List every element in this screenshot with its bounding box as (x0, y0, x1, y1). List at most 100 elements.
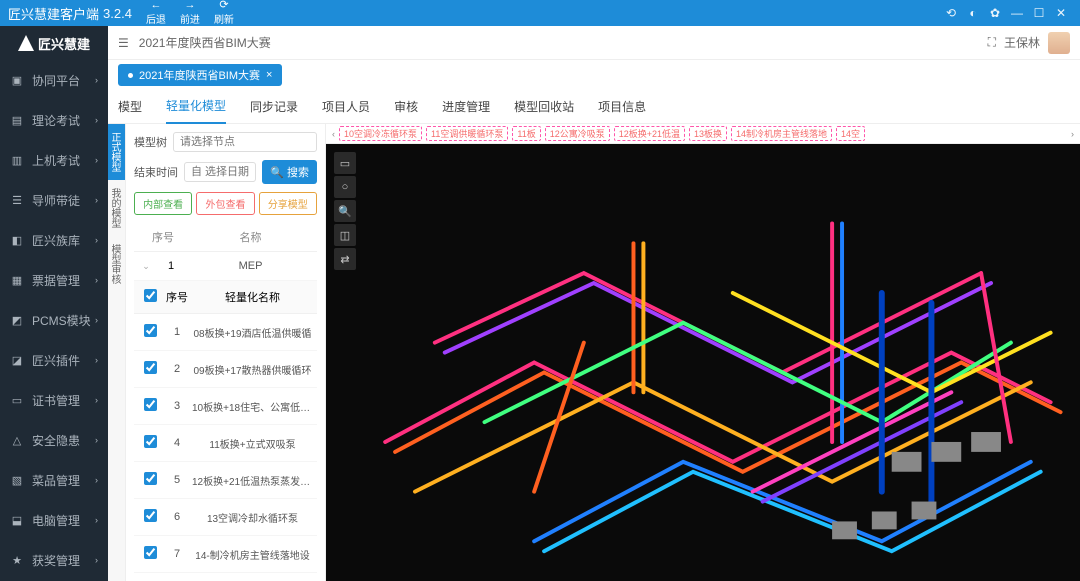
nav-item[interactable]: ⬓电脑管理› (0, 500, 108, 540)
nav-item[interactable]: ▭证书管理› (0, 380, 108, 420)
rail-tab[interactable]: 我的模型 (108, 180, 125, 236)
rail-tab[interactable]: 正式模型 (108, 124, 125, 180)
maximize-button[interactable]: ☐ (1028, 6, 1050, 20)
dot-icon (128, 73, 133, 78)
nav-item[interactable]: ◪匠兴插件› (0, 340, 108, 380)
chevron-right-icon: › (95, 315, 98, 325)
search-button[interactable]: 🔍 搜索 (262, 160, 317, 184)
viewer-top-bar: ‹ 10空调冷冻循环泵 11空调供暖循环泵 11板 12公寓冷吸泵 12板换+21低温 1… (326, 124, 1080, 144)
list-item[interactable]: 714-制冷机房主管线落地设 (134, 536, 317, 573)
viewer-chip[interactable]: 11空调供暖循环泵 (426, 126, 508, 141)
nav-icon: ★ (10, 554, 24, 567)
arrow-right-icon[interactable]: › (1071, 129, 1074, 139)
sidebar: 匠兴慧建 ▣协同平台›▤理论考试›▥上机考试›☰导师带徒›◧匠兴族库›▦票据管理… (0, 26, 108, 581)
tab-chip[interactable]: 2021年度陕西省BIM大赛 × (118, 64, 282, 86)
chevron-right-icon: › (95, 275, 98, 285)
minimize-button[interactable]: — (1006, 6, 1028, 20)
list-item[interactable]: 108板换+19酒店低温供暖循 (134, 314, 317, 351)
app-name: 匠兴慧建客户端 (8, 4, 99, 23)
row-checkbox[interactable] (144, 472, 157, 485)
sub-tab[interactable]: 审核 (394, 90, 418, 123)
nav-item[interactable]: ★获奖管理› (0, 540, 108, 580)
sub-tab[interactable]: 模型 (118, 90, 142, 123)
list-item[interactable]: 310板换+18住宅、公寓低温供泵 (134, 388, 317, 425)
chevron-right-icon: › (95, 115, 98, 125)
nav-item[interactable]: ◧匠兴族库› (0, 220, 108, 260)
nav-item[interactable]: ▦票据管理› (0, 260, 108, 300)
refresh-button[interactable]: ⟳刷新 (214, 0, 234, 26)
nav-icon: ▤ (10, 114, 24, 127)
select-all-checkbox[interactable] (144, 289, 157, 302)
nav-icon: ☰ (10, 194, 24, 207)
viewer-chip[interactable]: 12公寓冷吸泵 (545, 126, 610, 141)
outer-view-button[interactable]: 外包查看 (196, 192, 254, 215)
nav-item[interactable]: ▥上机考试› (0, 140, 108, 180)
tree-input[interactable] (173, 132, 317, 152)
row-checkbox[interactable] (144, 435, 157, 448)
nav-icon: ▣ (10, 74, 24, 87)
list-item[interactable]: 209板换+17散热器供暖循环 (134, 351, 317, 388)
chevron-down-icon[interactable]: ⌄ (138, 261, 154, 272)
nav-icon: ◩ (10, 314, 24, 327)
nav-item[interactable]: △安全隐患› (0, 420, 108, 460)
row-checkbox[interactable] (144, 509, 157, 522)
row-checkbox[interactable] (144, 546, 157, 559)
chevron-right-icon: › (95, 555, 98, 565)
nav-item[interactable]: ▧菜品管理› (0, 460, 108, 500)
share-model-button[interactable]: 分享模型 (259, 192, 317, 215)
expand-icon[interactable]: ⛶ (988, 35, 996, 50)
viewer-chip[interactable]: 14空 (836, 126, 865, 141)
settings-icon[interactable]: ✿ (984, 6, 1006, 20)
nav-item[interactable]: ☰导师带徒› (0, 180, 108, 220)
viewer-chip[interactable]: 10空调冷冻循环泵 (339, 126, 422, 141)
nav-icon: ▦ (10, 274, 24, 287)
nav-item[interactable]: ◩PCMS模块› (0, 300, 108, 340)
inner-view-button[interactable]: 内部查看 (134, 192, 192, 215)
rail-tab[interactable]: 模型审核 (108, 236, 125, 292)
viewer-chip[interactable]: 13板换 (689, 126, 727, 141)
chevron-right-icon: › (95, 155, 98, 165)
chevron-right-icon: › (95, 395, 98, 405)
chevron-right-icon: › (95, 195, 98, 205)
chevron-right-icon: › (95, 75, 98, 85)
viewer-chip[interactable]: 12板换+21低温 (614, 126, 685, 141)
avatar[interactable] (1048, 32, 1070, 54)
menu-icon[interactable]: ☰ (118, 36, 129, 50)
sync-icon[interactable]: ⟲ (940, 6, 962, 20)
date-input[interactable] (184, 162, 256, 182)
list-item[interactable]: 613空调冷却水循环泵 (134, 499, 317, 536)
sub-tab[interactable]: 模型回收站 (514, 90, 574, 123)
arrow-left-icon[interactable]: ‹ (332, 129, 335, 139)
breadcrumb: 2021年度陕西省BIM大赛 (139, 34, 271, 51)
close-button[interactable]: ✕ (1050, 6, 1072, 20)
table-row[interactable]: ⌄ 1 MEP (134, 252, 317, 281)
nav-item[interactable]: ▤理论考试› (0, 100, 108, 140)
sub-tab[interactable]: 同步记录 (250, 90, 298, 123)
nav-item[interactable]: ▣协同平台› (0, 60, 108, 100)
sub-tab[interactable]: 项目人员 (322, 90, 370, 123)
viewer-chip[interactable]: 11板 (512, 126, 540, 141)
arrow-left-icon: ← (150, 0, 161, 11)
list-item[interactable]: 411板换+立式双吸泵 (134, 425, 317, 462)
forward-button[interactable]: →前进 (180, 0, 200, 26)
theme-icon[interactable]: ◐ (962, 6, 984, 20)
app-version: 3.2.4 (103, 6, 132, 21)
back-button[interactable]: ←后退 (146, 0, 166, 26)
model-viewer[interactable]: ‹ 10空调冷冻循环泵 11空调供暖循环泵 11板 12公寓冷吸泵 12板换+21低温 1… (326, 124, 1080, 581)
nav-icon: △ (10, 434, 24, 447)
row-checkbox[interactable] (144, 324, 157, 337)
refresh-icon: ⟳ (219, 0, 228, 11)
viewer-chip[interactable]: 14制冷机房主管线落地 (731, 126, 832, 141)
sub-tab[interactable]: 进度管理 (442, 90, 490, 123)
sub-tab[interactable]: 轻量化模型 (166, 89, 226, 124)
sub-tab[interactable]: 项目信息 (598, 90, 646, 123)
row-checkbox[interactable] (144, 361, 157, 374)
list-item[interactable]: 512板换+21低温热泵蒸发侧循 (134, 462, 317, 499)
chevron-right-icon: › (95, 475, 98, 485)
chevron-right-icon: › (95, 235, 98, 245)
top-bar: ☰ 2021年度陕西省BIM大赛 ⛶ 王保林 (108, 26, 1080, 60)
nav-icon: ◪ (10, 354, 24, 367)
close-tab-icon[interactable]: × (266, 69, 272, 81)
row-checkbox[interactable] (144, 398, 157, 411)
side-rail: 正式模型我的模型模型审核 (108, 124, 126, 581)
